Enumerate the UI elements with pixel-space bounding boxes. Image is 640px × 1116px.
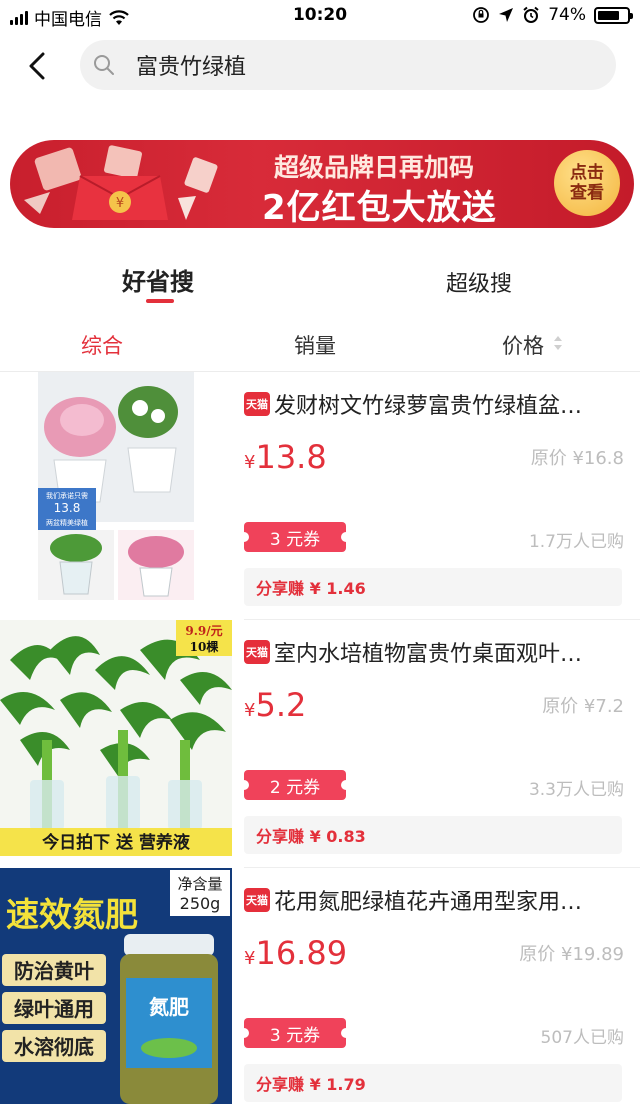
image-footer-text: 今日拍下 送 营养液 bbox=[42, 832, 190, 853]
product-card[interactable]: 速效氮肥 净含量 250g 防治黄叶 绿叶通用 水溶彻底 氮肥 天猫 花用氮肥绿… bbox=[0, 868, 640, 1116]
status-bar: 中国电信 10:20 74% bbox=[0, 0, 640, 34]
tab-haoshengsou[interactable]: 好省搜 bbox=[122, 262, 194, 297]
share-earn-button[interactable]: 分享赚 ¥ 1.79 bbox=[244, 1064, 622, 1102]
location-icon bbox=[499, 8, 514, 22]
sold-count: 507人已购 bbox=[540, 1028, 624, 1048]
original-price: 原价 ¥19.89 bbox=[519, 944, 624, 965]
battery-percent: 74% bbox=[548, 5, 586, 25]
product-image[interactable]: 速效氮肥 净含量 250g 防治黄叶 绿叶通用 水溶彻底 氮肥 bbox=[0, 868, 232, 1104]
image-tag: 防治黄叶 bbox=[14, 959, 94, 983]
coupon-badge[interactable]: 3 元券 bbox=[239, 522, 351, 552]
product-title[interactable]: 发财树文竹绿萝富贵竹绿植盆… bbox=[274, 388, 614, 420]
banner-decoration: ¥ bbox=[24, 145, 218, 220]
deal-label: 我们承诺只需 bbox=[46, 491, 88, 500]
corner-price: 9.9/元 bbox=[185, 624, 222, 638]
product-title[interactable]: 花用氮肥绿植花卉通用型家用… bbox=[274, 884, 614, 916]
banner-view-button[interactable]: 点击 查看 bbox=[554, 150, 620, 216]
sort-comprehensive[interactable]: 综合 bbox=[81, 330, 123, 360]
alarm-icon bbox=[523, 6, 539, 23]
jar-label: 氮肥 bbox=[149, 995, 189, 1019]
search-input[interactable] bbox=[136, 52, 576, 78]
deal-price: 13.8 bbox=[54, 501, 81, 515]
coupon-badge[interactable]: 2 元券 bbox=[239, 770, 351, 800]
tmall-badge: 天猫 bbox=[244, 888, 270, 912]
back-arrow-icon bbox=[29, 52, 45, 80]
share-earn-button[interactable]: 分享赚 ¥ 1.46 bbox=[244, 568, 622, 606]
deal-caption: 两盆精美绿植 bbox=[46, 518, 88, 527]
search-bar[interactable] bbox=[80, 40, 616, 90]
product-card[interactable]: 我们承诺只需 13.8 两盆精美绿植 天猫 发财树文竹绿萝富贵竹绿植盆… ¥13… bbox=[0, 372, 640, 620]
corner-count: 10棵 bbox=[190, 639, 219, 654]
product-image[interactable]: 9.9/元 10棵 今日拍下 送 营养液 bbox=[0, 620, 232, 856]
tab-chaojisou[interactable]: 超级搜 bbox=[446, 266, 512, 298]
image-tag: 水溶彻底 bbox=[14, 1035, 94, 1059]
battery-icon bbox=[594, 6, 633, 24]
image-tag: 绿叶通用 bbox=[14, 997, 94, 1021]
net-weight: 250g bbox=[180, 894, 221, 913]
plant-pots-image: 我们承诺只需 13.8 两盆精美绿植 bbox=[0, 372, 232, 608]
product-price: ¥5.2 bbox=[244, 686, 307, 724]
sort-price[interactable]: 价格 bbox=[502, 330, 544, 360]
original-price: 原价 ¥7.2 bbox=[542, 696, 624, 717]
tmall-badge: 天猫 bbox=[244, 640, 270, 664]
lucky-bamboo-image: 9.9/元 10棵 今日拍下 送 营养液 bbox=[0, 620, 232, 856]
sort-arrows-icon[interactable] bbox=[553, 334, 563, 352]
share-earn-button[interactable]: 分享赚 ¥ 0.83 bbox=[244, 816, 622, 854]
product-price: ¥13.8 bbox=[244, 438, 327, 476]
product-title[interactable]: 室内水培植物富贵竹桌面观叶… bbox=[274, 636, 614, 668]
net-label: 净含量 bbox=[177, 875, 222, 893]
sold-count: 1.7万人已购 bbox=[528, 532, 624, 552]
banner-headline: 超级品牌日再加码 bbox=[274, 153, 475, 182]
tmall-badge: 天猫 bbox=[244, 392, 270, 416]
image-headline: 速效氮肥 bbox=[6, 895, 138, 934]
product-image[interactable]: 我们承诺只需 13.8 两盆精美绿植 bbox=[0, 372, 232, 608]
original-price: 原价 ¥16.8 bbox=[530, 448, 624, 469]
sold-count: 3.3万人已购 bbox=[528, 780, 624, 800]
back-button[interactable] bbox=[22, 48, 52, 84]
active-tab-indicator bbox=[146, 299, 174, 303]
sort-sales[interactable]: 销量 bbox=[294, 330, 336, 360]
product-card[interactable]: 9.9/元 10棵 今日拍下 送 营养液 天猫 室内水培植物富贵竹桌面观叶… ¥… bbox=[0, 620, 640, 868]
banner-subheadline: 2亿红包大放送 bbox=[262, 188, 497, 228]
search-icon bbox=[94, 55, 114, 75]
coupon-badge[interactable]: 3 元券 bbox=[239, 1018, 351, 1048]
orientation-lock-icon bbox=[473, 7, 490, 23]
promo-banner[interactable]: ¥ 超级品牌日再加码 2亿红包大放送 点击 查看 bbox=[10, 140, 634, 228]
fertilizer-jar-image: 速效氮肥 净含量 250g 防治黄叶 绿叶通用 水溶彻底 氮肥 bbox=[0, 868, 232, 1104]
product-price: ¥16.89 bbox=[244, 934, 348, 972]
svg-text:¥: ¥ bbox=[116, 196, 124, 211]
